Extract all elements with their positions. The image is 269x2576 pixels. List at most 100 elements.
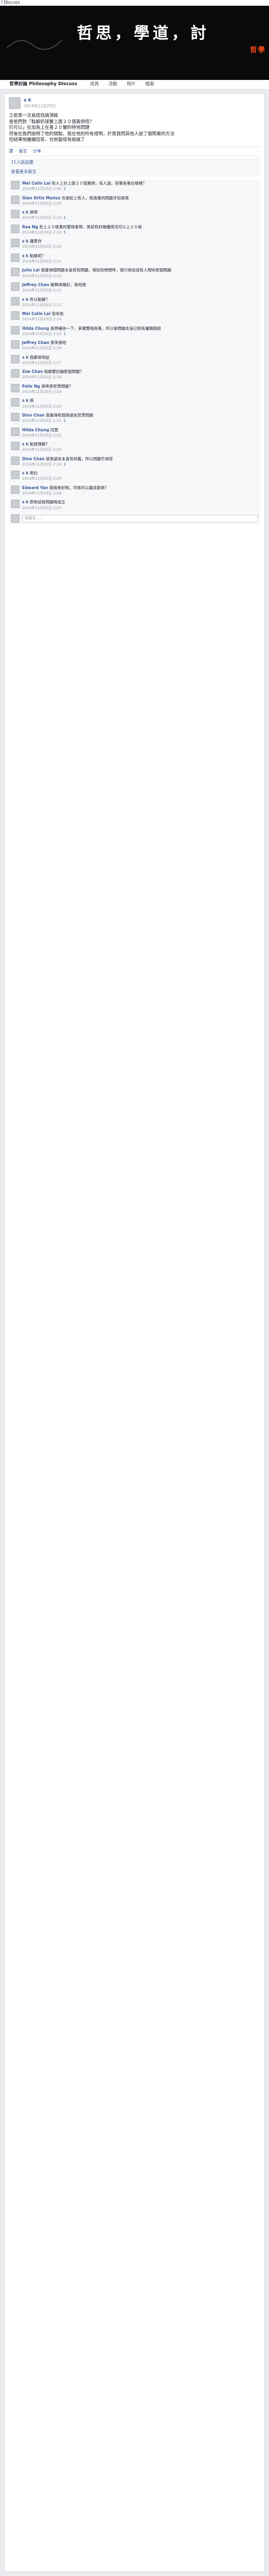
comment-time[interactable]: 2014年11月20日 2:18 (22, 375, 62, 379)
share-button[interactable]: 分享 (33, 149, 41, 154)
comment-footer: 2014年11月20日 2:11 (22, 259, 258, 264)
avatar[interactable] (11, 471, 19, 480)
reply-input[interactable]: 寫留言…… (22, 514, 258, 522)
avatar[interactable] (11, 224, 19, 233)
avatar[interactable] (9, 97, 21, 109)
comment-author[interactable]: Zoe Chan (22, 369, 43, 374)
comment-author[interactable]: s k (22, 471, 28, 475)
likes-summary[interactable]: 11人說這讚 (9, 158, 260, 168)
comment-time[interactable]: 2014年11月20日 2:09 (22, 187, 62, 191)
comment-author[interactable]: Felix Ng (22, 384, 40, 389)
comment-author[interactable]: Edward Yan (22, 485, 48, 490)
comment-author[interactable]: s k (22, 210, 28, 215)
avatar[interactable] (11, 398, 19, 407)
nav-files[interactable]: 檔案 (145, 82, 154, 87)
comment-time[interactable]: 2014年11月20日 2:10 (22, 216, 62, 220)
comment-time[interactable]: 2014年11月20日 2:17 (22, 361, 62, 365)
comment-time[interactable]: 2014年11月20日 2:25 (22, 476, 62, 481)
avatar[interactable] (11, 456, 19, 465)
comment-time[interactable]: 2014年11月20日 2:24 (22, 462, 62, 466)
avatar[interactable] (11, 181, 19, 189)
comment-time[interactable]: 2014年11月20日 2:26 (22, 491, 62, 495)
view-more-comments[interactable]: 查看更多留言 (9, 167, 260, 177)
comment-time[interactable]: 2014年11月20日 2:10 (22, 230, 62, 235)
comment-author[interactable]: Hilda Chung (22, 326, 49, 331)
comment-time[interactable]: 2014年11月20日 2:13 (22, 303, 62, 307)
post-author[interactable]: s k (24, 97, 56, 104)
comment-author[interactable]: s k (22, 398, 28, 403)
comment-author[interactable]: s k (22, 355, 28, 360)
comment-author[interactable]: Hilda Chung (22, 428, 49, 432)
comment-text: 係咪係哲學問題？ (41, 383, 73, 389)
comment-author[interactable]: Dixo Chan (22, 413, 45, 418)
comment-time[interactable]: 2014年11月20日 2:27 (22, 506, 62, 510)
comment-author[interactable]: Raa Ng (22, 225, 38, 229)
avatar[interactable] (11, 383, 19, 392)
comment-text: 原來係咁 (50, 340, 66, 346)
comment-time[interactable]: 2014年11月20日 2:19 (22, 390, 62, 394)
nav-events[interactable]: 活動 (108, 82, 117, 87)
comment-like-count[interactable]: 2 (64, 419, 66, 423)
comment-row: Felix Ng 係咪係哲學問題？ 2014年11月20日 2:19 (9, 381, 260, 397)
avatar[interactable] (11, 195, 19, 204)
comment-author[interactable]: s k (22, 297, 28, 302)
nav-members[interactable]: 成員 (90, 82, 99, 87)
comment-author[interactable]: Gian Ortiz Muñoz (22, 196, 61, 200)
comment-time[interactable]: 2014年11月20日 2:10 (22, 245, 62, 249)
comment-author[interactable]: Julia Lai (22, 268, 39, 272)
avatar[interactable] (11, 311, 19, 320)
comment-time[interactable]: 2014年11月20日 2:12 (22, 288, 62, 292)
comment-time[interactable]: 2014年11月20日 2:21 (22, 419, 62, 423)
comment-like-count[interactable]: 3 (64, 462, 66, 466)
avatar[interactable] (11, 253, 19, 262)
avatar[interactable] (11, 354, 19, 363)
avatar[interactable] (11, 442, 19, 451)
comment-text: 點樣理解？ (29, 442, 49, 447)
post-timestamp[interactable]: 2014年11月20日 (24, 104, 56, 109)
avatar[interactable] (11, 268, 19, 277)
comment-author[interactable]: s k (22, 239, 28, 244)
nav-group-name[interactable]: 哲學討論 Philosophy Discuss (9, 82, 77, 87)
comment-time[interactable]: 2014年11月20日 2:20 (22, 404, 62, 409)
comment-like-count[interactable]: 1 (64, 216, 66, 220)
avatar[interactable] (11, 239, 19, 248)
avatar[interactable] (11, 369, 19, 378)
avatar[interactable] (11, 500, 19, 509)
comment-body: Julia Lai 我覺得個問題本身就有問題，唔知佢想問咩，我只係知道有人問咗呢… (22, 268, 258, 279)
comment-like-count[interactable]: 2 (64, 187, 66, 191)
comment-button[interactable]: 留言 (19, 149, 27, 154)
comment-author[interactable]: Mei Colin Lai (22, 181, 51, 186)
comment-footer: 2014年11月20日 2:12 (22, 288, 258, 293)
comment-time[interactable]: 2014年11月20日 2:11 (22, 259, 62, 263)
avatar[interactable] (11, 427, 19, 436)
comment-like-count[interactable]: 5 (64, 230, 66, 235)
comment-body: Felix Ng 係咪係哲學問題？ 2014年11月20日 2:19 (22, 384, 258, 395)
avatar[interactable] (11, 485, 19, 494)
comment-author[interactable]: Jeffrey Chan (22, 340, 49, 345)
comment-time[interactable]: 2014年11月20日 2:14 (22, 317, 62, 321)
avatar[interactable] (11, 413, 19, 421)
comment-text: 同意 (50, 427, 58, 432)
avatar[interactable] (11, 210, 19, 219)
browser-tab[interactable]: f Discuss (0, 0, 269, 5)
comment-time[interactable]: 2014年11月20日 2:12 (22, 274, 62, 278)
comment-author[interactable]: Mei Colin Lai (22, 311, 51, 316)
comment-time[interactable]: 2014年11月20日 2:22 (22, 433, 62, 438)
avatar[interactable] (11, 340, 19, 349)
avatar[interactable] (11, 282, 19, 291)
comment-author[interactable]: Jeffrey Chan (22, 282, 49, 287)
comment-time[interactable]: 2014年11月20日 2:16 (22, 346, 62, 350)
comment-like-count[interactable]: 1 (64, 332, 66, 336)
comment-time[interactable]: 2014年11月20日 2:15 (22, 332, 62, 336)
comment-time[interactable]: 2014年11月20日 2:09 (22, 201, 62, 206)
comment-author[interactable]: Dixo Chan (22, 457, 45, 461)
comment-author[interactable]: s k (22, 253, 28, 258)
comment-author[interactable]: s k (22, 442, 28, 447)
comment-row: Hilda Chung 同意 2014年11月20日 2:22 (9, 425, 260, 440)
like-button[interactable]: 讚 (9, 149, 13, 154)
avatar[interactable] (11, 326, 19, 334)
comment-time[interactable]: 2014年11月20日 2:23 (22, 448, 62, 452)
nav-photos[interactable]: 相片 (127, 82, 136, 87)
avatar[interactable] (11, 297, 19, 306)
comment-author[interactable]: s k (22, 500, 28, 504)
